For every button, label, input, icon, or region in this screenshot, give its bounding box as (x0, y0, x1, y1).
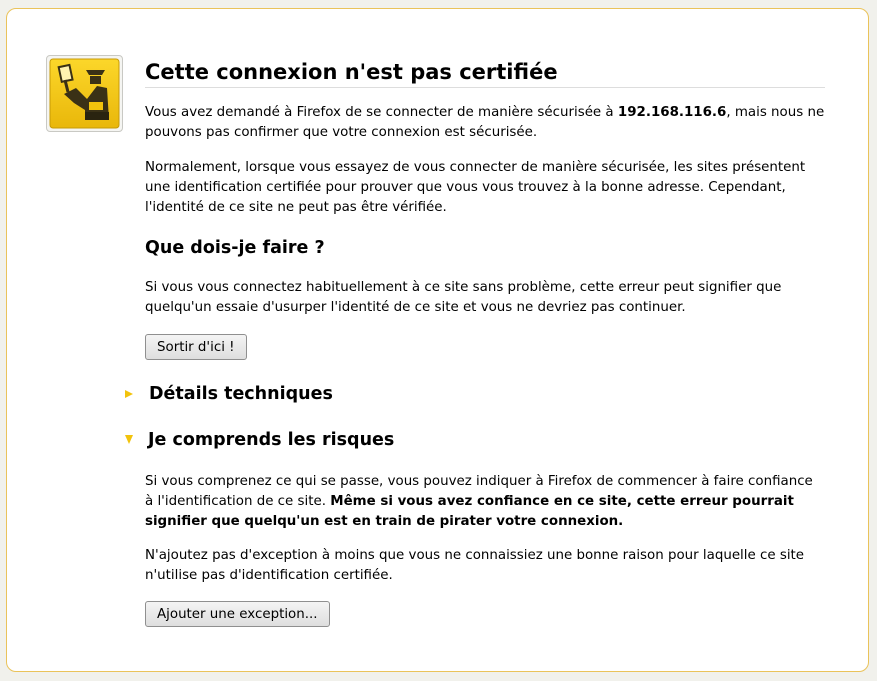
what-to-do-text: Si vous vous connectez habituellement à … (145, 280, 782, 315)
host-address: 192.168.116.6 (617, 105, 727, 120)
page-title: Cette connexion n'est pas certifiée (145, 58, 825, 88)
certificate-error-icon-frame (46, 55, 123, 132)
add-exception-button[interactable]: Ajouter une exception... (145, 601, 330, 627)
triangle-right-icon (125, 390, 133, 398)
technical-details-heading: Détails techniques (149, 384, 333, 404)
triangle-down-icon (125, 435, 133, 444)
understand-risks-heading: Je comprends les risques (148, 430, 395, 450)
risks-text: Si vous comprenez ce qui se passe, vous … (145, 474, 813, 529)
get-me-out-button[interactable]: Sortir d'ici ! (145, 334, 247, 360)
explanation-text: Normalement, lorsque vous essayez de vou… (145, 160, 806, 215)
intro-text: Vous avez demandé à Firefox de se connec… (145, 105, 825, 140)
exception-advice-text: N'ajoutez pas d'exception à moins que vo… (145, 548, 805, 583)
what-to-do-heading: Que dois-je faire ? (145, 238, 325, 258)
policeman-id-icon (49, 58, 120, 129)
